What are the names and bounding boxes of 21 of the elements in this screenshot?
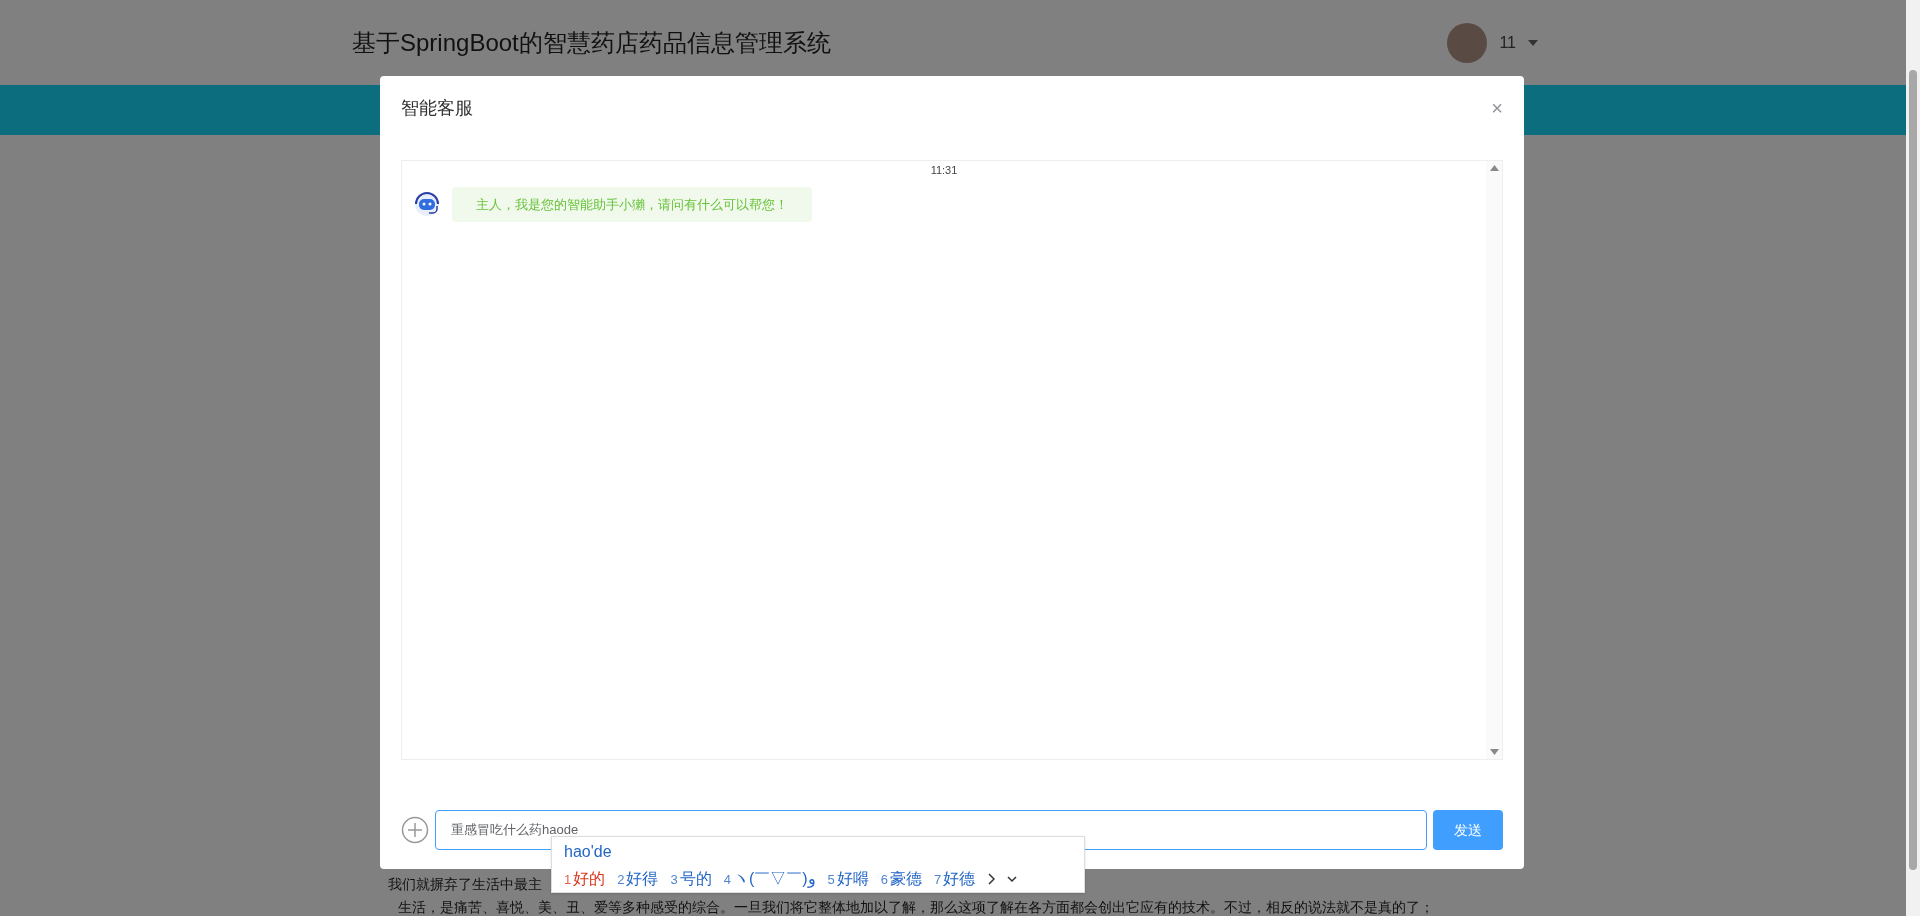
article-text: 生活，是痛苦、喜悦、美、丑、爱等多种感受的综合。一旦我们将它整体地加以了解，那么这项了解在各方面都会创出它应有的技术。不过，相反的说法就不是真的了；	[397, 898, 1434, 916]
message-time: 11:31	[929, 163, 959, 178]
ime-candidate[interactable]: 3 号的	[670, 867, 712, 891]
next-page-icon[interactable]	[987, 873, 996, 885]
ime-candidate[interactable]: 5 好嘚	[827, 867, 869, 891]
user-name[interactable]: 11	[1499, 30, 1516, 55]
site-title: 基于SpringBoot的智慧药店药品信息管理系统	[352, 27, 831, 58]
dialog-title: 智能客服	[401, 96, 473, 120]
user-avatar[interactable]	[1447, 22, 1488, 63]
article-text: 我们就摒弃了生活中最主	[388, 875, 542, 893]
expand-icon[interactable]	[1007, 875, 1018, 883]
add-icon[interactable]	[401, 816, 429, 844]
close-button[interactable]: ×	[1491, 98, 1503, 118]
caret-icon[interactable]	[1528, 39, 1538, 46]
ime-candidate[interactable]: 6豪德	[880, 867, 923, 891]
scroll-down-icon[interactable]	[1489, 749, 1499, 755]
message-bubble: 主人，我是您的智能助手小獺，请问有什么可以帮您！	[452, 186, 812, 222]
ime-candidate[interactable]: 7好德	[934, 867, 976, 891]
scroll-up-icon[interactable]	[1489, 165, 1499, 171]
ime-candidate[interactable]: 1好的	[564, 867, 606, 891]
ime-candidate[interactable]: 2好得	[617, 867, 659, 891]
